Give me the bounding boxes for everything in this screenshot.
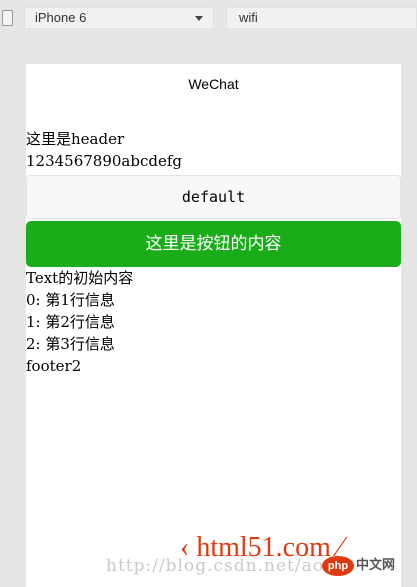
device-rotate-icon[interactable] xyxy=(2,10,13,26)
php-badge: php xyxy=(322,556,354,576)
navigation-bar: WeChat xyxy=(26,64,401,104)
device-select-value: iPhone 6 xyxy=(35,10,87,25)
primary-button[interactable]: 这里是按钮的内容 xyxy=(26,221,401,267)
network-select[interactable]: wifi xyxy=(226,7,417,29)
page-content: 这里是header 1234567890abcdefg default 这里是按… xyxy=(26,104,401,377)
default-button[interactable]: default xyxy=(26,175,401,219)
list-item: 1: 第2行信息 xyxy=(26,313,115,331)
chevron-down-icon xyxy=(195,16,203,21)
list-item: 0: 第1行信息 xyxy=(26,291,115,309)
nav-title: WeChat xyxy=(188,76,239,92)
simulator-toolbar: iPhone 6 wifi xyxy=(0,0,417,36)
watermark-logo: ‹ html51.com ⁄ xyxy=(180,532,343,563)
text-initial: Text的初始内容 xyxy=(26,269,134,287)
network-select-value: wifi xyxy=(239,10,258,25)
header-text: 这里是header xyxy=(26,130,125,148)
footer-text: footer2 xyxy=(26,357,82,375)
number-text: 1234567890abcdefg xyxy=(26,152,183,170)
device-select[interactable]: iPhone 6 xyxy=(24,7,214,29)
phone-viewport: WeChat 这里是header 1234567890abcdefg defau… xyxy=(26,64,401,587)
list-item: 2: 第3行信息 xyxy=(26,335,115,353)
php-site-text: 中文网 xyxy=(356,558,396,573)
